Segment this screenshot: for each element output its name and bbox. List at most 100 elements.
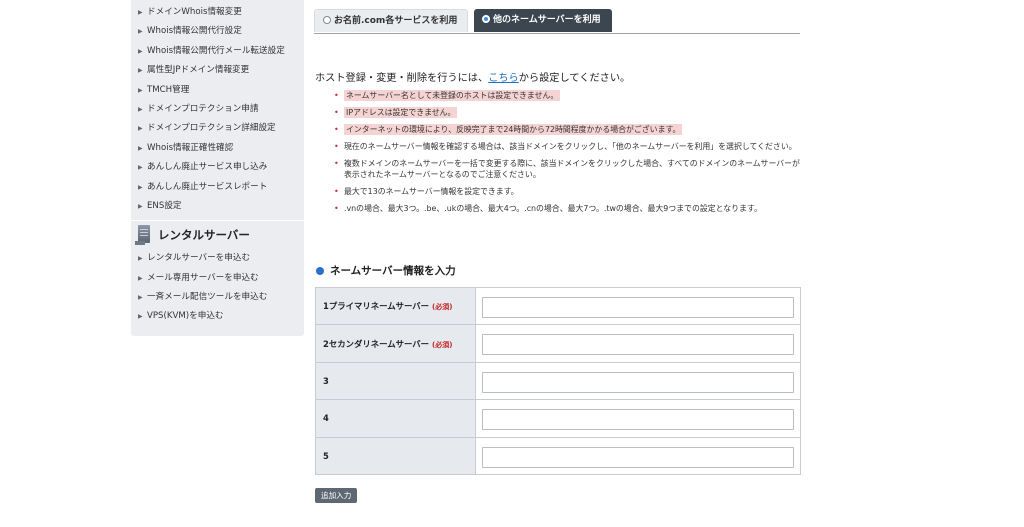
host-setup-link[interactable]: こちら — [488, 73, 519, 84]
nameserver-input-cell — [475, 324, 801, 363]
nameserver-input[interactable] — [482, 334, 794, 356]
nameserver-input[interactable] — [482, 446, 794, 468]
tab-label: お名前.com各サービスを利用 — [334, 16, 458, 26]
nameserver-input[interactable] — [482, 371, 794, 393]
sidebar-item[interactable]: ▶ ドメインプロテクション申請 — [131, 100, 304, 119]
domain-menu: ▶ ドメインWhois情報変更 ▶ Whois情報公開代行設定 ▶ Whois情報公開代行… — [131, 0, 304, 216]
sidebar-item[interactable]: ▶ Whois情報公開代行メール転送設定 — [131, 42, 304, 61]
sidebar-item[interactable]: ▶ 一斉メール配信ツールを申込む — [131, 288, 304, 307]
sidebar-item-label: あんしん廃止サービス申し込み — [147, 162, 268, 173]
note-text: .vnの場合、最大3つ。.be、.ukの場合、最大4つ。.cnの場合、最大7つ。… — [344, 203, 762, 213]
radio-selected-icon — [482, 15, 490, 23]
note-text: 現在のネームサーバー情報を確認する場合は、該当ドメインをクリックし、「他のネーム… — [344, 141, 797, 151]
sidebar-item[interactable]: ▶ ドメインプロテクション詳細設定 — [131, 119, 304, 138]
sidebar-item-label: ドメインプロテクション詳細設定 — [147, 123, 276, 134]
rental-server-menu: ▶ レンタルサーバーを申込む ▶ メール専用サーバーを申込む ▶ 一斉メール配信ツールを申… — [131, 249, 304, 327]
required-badge: (必須) — [432, 303, 453, 312]
nameserver-input-heading: ネームサーバー情報を入力 — [316, 263, 456, 278]
sidebar-item-label: あんしん廃止サービスレポート — [147, 181, 268, 192]
sidebar-item-label: ENS設定 — [147, 200, 182, 211]
bullet-icon: • — [334, 141, 339, 151]
arrow-right-icon: ▶ — [138, 9, 143, 16]
nameserver-label: 2セカンダリネームサーバー — [323, 338, 429, 349]
arrow-right-icon: ▶ — [138, 28, 143, 36]
sidebar-item[interactable]: ▶ ドメインWhois情報変更 — [131, 3, 304, 22]
rental-server-section-header: レンタルサーバー — [131, 221, 304, 249]
nameserver-row: 4 — [315, 399, 801, 438]
bullet-icon: • — [334, 186, 339, 196]
sidebar-item-label: 一斉メール配信ツールを申込む — [147, 292, 268, 303]
bullet-dot-icon — [316, 266, 324, 275]
sidebar-item[interactable]: ▶ 属性型JPドメイン情報変更 — [131, 61, 304, 80]
sidebar-item-label: ドメインWhois情報変更 — [147, 7, 242, 17]
note-text: 複数ドメインのネームサーバーを一括で変更する際に、該当ドメインをクリックした場合… — [344, 158, 800, 179]
arrow-right-icon: ▶ — [138, 255, 143, 263]
sidebar-item[interactable]: ▶ ENS設定 — [131, 197, 304, 216]
nameserver-input-cell — [475, 286, 801, 326]
nameserver-label-cell: 1プライマリネームサーバー (必須) — [315, 286, 476, 326]
note-text: IPアドレスは設定できません。 — [344, 106, 458, 118]
sidebar-item-label: レンタルサーバーを申込む — [147, 253, 251, 264]
arrow-right-icon: ▶ — [138, 183, 143, 191]
sidebar-item[interactable]: ▶ Whois情報公開代行設定 — [131, 22, 304, 41]
intro-prefix: ホスト登録・変更・削除を行うには、 — [315, 73, 489, 84]
bullet-icon: • — [334, 203, 339, 213]
add-input-button[interactable]: 追加入力 — [315, 488, 358, 503]
arrow-right-icon: ▶ — [138, 86, 143, 94]
sidebar-item[interactable]: ▶ TMCH管理 — [131, 81, 304, 100]
tab-onamae-services[interactable]: お名前.com各サービスを利用 — [314, 9, 468, 32]
nameserver-row: 1プライマリネームサーバー (必須) — [315, 286, 801, 326]
sidebar-item[interactable]: ▶ VPS(KVM)を申込む — [131, 307, 304, 326]
nameserver-input[interactable] — [482, 296, 794, 318]
sidebar-item-label: Whois情報公開代行設定 — [147, 26, 242, 37]
arrow-right-icon: ▶ — [138, 47, 143, 55]
sidebar-item-label: VPS(KVM)を申込む — [147, 311, 224, 322]
sidebar-item-label: ドメインプロテクション申請 — [147, 103, 259, 114]
nameserver-label-cell: 2セカンダリネームサーバー (必須) — [315, 324, 476, 363]
bullet-icon: • — [334, 107, 339, 117]
sidebar-item[interactable]: ▶ レンタルサーバーを申込む — [131, 249, 304, 268]
arrow-right-icon: ▶ — [138, 274, 143, 282]
arrow-right-icon: ▶ — [138, 294, 143, 302]
nameserver-label-cell: 4 — [315, 399, 476, 438]
sidebar-item-label: メール専用サーバーを申込む — [147, 272, 259, 283]
nameserver-input-cell — [475, 436, 801, 475]
intro-suffix: から設定してください。 — [518, 73, 631, 84]
sidebar-item[interactable]: ▶ あんしん廃止サービスレポート — [131, 178, 304, 197]
required-badge: (必須) — [432, 340, 453, 349]
note-item: • .vnの場合、最大3つ。.be、.ukの場合、最大4つ。.cnの場合、最大7つ… — [334, 203, 804, 214]
note-text: ネームサーバー名として未登録のホストは設定できません。 — [344, 90, 561, 101]
tab-label: 他のネームサーバーを利用 — [493, 15, 601, 25]
bullet-icon: • — [334, 158, 339, 168]
nameserver-form-table: 1プライマリネームサーバー (必須) 2セカンダリネームサーバー (必須) 3 4 5 — [315, 286, 801, 475]
note-item: • ネームサーバー名として未登録のホストは設定できません。 — [334, 90, 804, 101]
nameserver-label: 1プライマリネームサーバー — [323, 301, 429, 312]
arrow-right-icon: ▶ — [138, 202, 143, 210]
nameserver-row: 3 — [315, 361, 801, 401]
arrow-right-icon: ▶ — [138, 105, 143, 113]
bullet-icon: • — [334, 124, 339, 134]
host-setup-intro: ホスト登録・変更・削除を行うには、こちらから設定してください。 — [315, 69, 630, 84]
nameserver-row: 2セカンダリネームサーバー (必須) — [315, 324, 801, 363]
note-item: • IPアドレスは設定できません。 — [334, 106, 804, 118]
nameserver-label-cell: 3 — [315, 361, 476, 401]
tab-other-nameservers[interactable]: 他のネームサーバーを利用 — [474, 9, 612, 32]
nameserver-label: 3 — [323, 375, 329, 386]
sidebar-item[interactable]: ▶ メール専用サーバーを申込む — [131, 269, 304, 288]
note-text: インターネットの環境により、反映完了まで24時間から72時間程度かかる場合がござ… — [344, 123, 683, 135]
note-text: 最大で13のネームサーバー情報を設定できます。 — [344, 186, 519, 196]
sidebar: ▶ ドメインWhois情報変更 ▶ Whois情報公開代行設定 ▶ Whois情報公開代行… — [131, 0, 304, 336]
sidebar-item-label: 属性型JPドメイン情報変更 — [147, 65, 250, 76]
rental-server-title: レンタルサーバー — [158, 228, 250, 243]
arrow-right-icon: ▶ — [138, 144, 143, 152]
note-item: • 複数ドメインのネームサーバーを一括で変更する際に、該当ドメインをクリックした場… — [334, 158, 804, 181]
server-icon — [134, 225, 152, 246]
sidebar-item[interactable]: ▶ Whois情報正確性確認 — [131, 139, 304, 158]
sidebar-item[interactable]: ▶ あんしん廃止サービス申し込み — [131, 158, 304, 177]
note-item: • 最大で13のネームサーバー情報を設定できます。 — [334, 186, 804, 197]
arrow-right-icon: ▶ — [138, 67, 143, 75]
arrow-right-icon: ▶ — [138, 164, 143, 172]
nameserver-input[interactable] — [482, 409, 794, 431]
sidebar-item-label: TMCH管理 — [147, 84, 190, 95]
section-title: ネームサーバー情報を入力 — [330, 265, 456, 277]
